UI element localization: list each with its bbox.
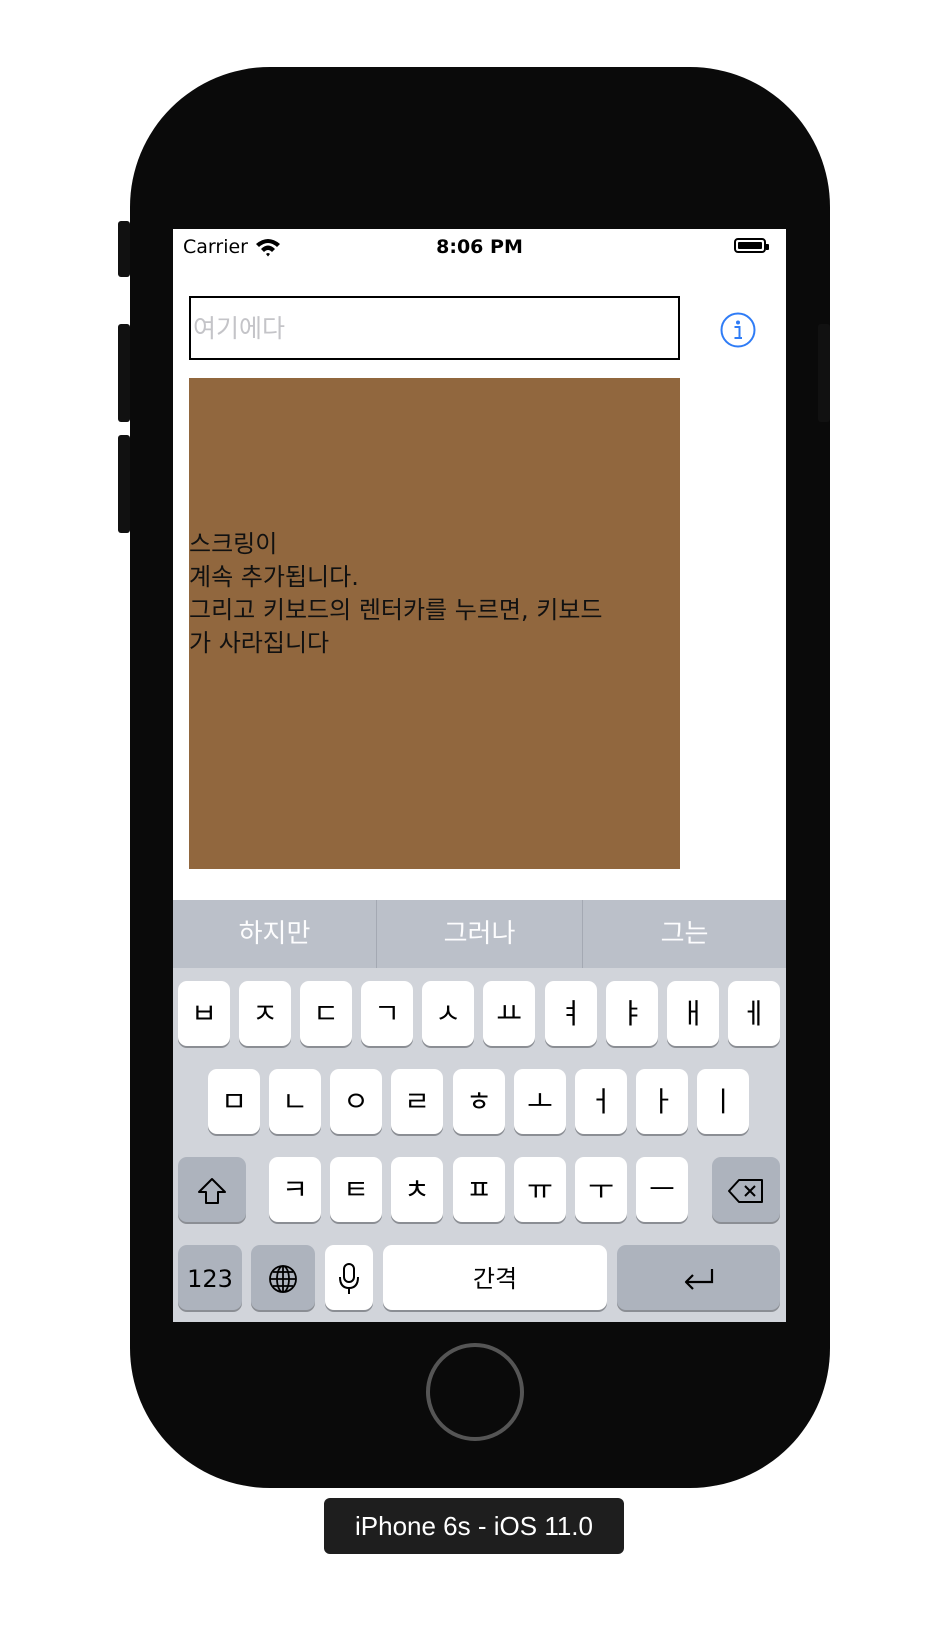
status-bar: Carrier 8:06 PM — [173, 229, 786, 265]
key-r[interactable]: ㄹ — [391, 1069, 443, 1134]
key-ae[interactable]: ㅐ — [667, 981, 719, 1046]
keyboard: 하지만 그러나 그는 ㅂ ㅈ ㄷ ㄱ ㅅ ㅛ ㅕ ㅑ ㅐ ㅔ ㅁ ㄴ ㅇ ㄹ ㅎ… — [173, 900, 786, 1322]
volume-down-button — [118, 435, 130, 533]
backspace-icon — [728, 1179, 763, 1203]
text-line: 계속 추가됩니다. — [189, 563, 359, 591]
key-d[interactable]: ㄷ — [300, 981, 352, 1046]
text-line: 그리고 키보드의 렌터카를 누르면, 키보드 — [189, 596, 603, 624]
text-line: 스크링이 — [189, 530, 278, 558]
text-input-box[interactable] — [189, 296, 680, 360]
key-b[interactable]: ㅂ — [178, 981, 230, 1046]
silent-switch — [118, 221, 130, 277]
key-j[interactable]: ㅈ — [239, 981, 291, 1046]
key-e[interactable]: ㅔ — [728, 981, 780, 1046]
key-yu[interactable]: ㅠ — [514, 1157, 566, 1222]
key-yeo[interactable]: ㅕ — [545, 981, 597, 1046]
predictive-bar: 하지만 그러나 그는 — [173, 900, 786, 968]
power-button — [818, 324, 830, 422]
return-icon — [684, 1269, 713, 1290]
space-key-label: 간격 — [472, 1265, 518, 1293]
key-g[interactable]: ㄱ — [361, 981, 413, 1046]
key-p[interactable]: ㅍ — [453, 1157, 505, 1222]
info-icon — [720, 312, 756, 348]
shift-icon — [198, 1178, 226, 1204]
volume-up-button — [118, 324, 130, 422]
info-button[interactable] — [719, 311, 757, 349]
text-line: 가 사라집니다 — [189, 629, 330, 657]
key-eu[interactable]: ㅡ — [636, 1157, 688, 1222]
suggestion-3[interactable]: 그는 — [583, 900, 786, 968]
numbers-key-label: 123 — [187, 1265, 233, 1293]
key-a[interactable]: ㅏ — [636, 1069, 688, 1134]
key-t[interactable]: ㅌ — [330, 1157, 382, 1222]
suggestion-1[interactable]: 하지만 — [173, 900, 376, 968]
globe-key[interactable] — [251, 1245, 315, 1310]
key-ya[interactable]: ㅑ — [606, 981, 658, 1046]
suggestion-2[interactable]: 그러나 — [377, 900, 582, 968]
key-m[interactable]: ㅁ — [208, 1069, 260, 1134]
dictation-key[interactable] — [325, 1245, 373, 1310]
battery-icon — [734, 238, 769, 253]
return-key[interactable] — [617, 1245, 780, 1310]
device-label: iPhone 6s - iOS 11.0 — [355, 1511, 593, 1541]
delete-key[interactable] — [712, 1157, 780, 1222]
key-i[interactable]: ㅣ — [697, 1069, 749, 1134]
text-view[interactable]: 스크링이 계속 추가됩니다. 그리고 키보드의 렌터카를 누르면, 키보드 가 … — [189, 378, 680, 869]
key-o[interactable]: ㅗ — [514, 1069, 566, 1134]
shift-key[interactable] — [178, 1157, 246, 1222]
key-yo[interactable]: ㅛ — [483, 981, 535, 1046]
screen: Carrier 8:06 PM 스크링이 계속 추가됩니다. 그리고 키보드의 … — [173, 229, 786, 1322]
key-ch[interactable]: ㅊ — [391, 1157, 443, 1222]
key-ng[interactable]: ㅇ — [330, 1069, 382, 1134]
space-key[interactable]: 간격 — [383, 1245, 607, 1310]
key-k[interactable]: ㅋ — [269, 1157, 321, 1222]
key-u[interactable]: ㅜ — [575, 1157, 627, 1222]
key-eo[interactable]: ㅓ — [575, 1069, 627, 1134]
home-button[interactable] — [426, 1343, 524, 1441]
device-label-badge: iPhone 6s - iOS 11.0 — [324, 1498, 624, 1554]
microphone-icon — [339, 1263, 359, 1294]
clock: 8:06 PM — [436, 236, 523, 258]
globe-icon — [269, 1265, 297, 1293]
numbers-key[interactable]: 123 — [178, 1245, 242, 1310]
key-h[interactable]: ㅎ — [453, 1069, 505, 1134]
text-input[interactable] — [191, 298, 678, 358]
key-n[interactable]: ㄴ — [269, 1069, 321, 1134]
key-s[interactable]: ㅅ — [422, 981, 474, 1046]
